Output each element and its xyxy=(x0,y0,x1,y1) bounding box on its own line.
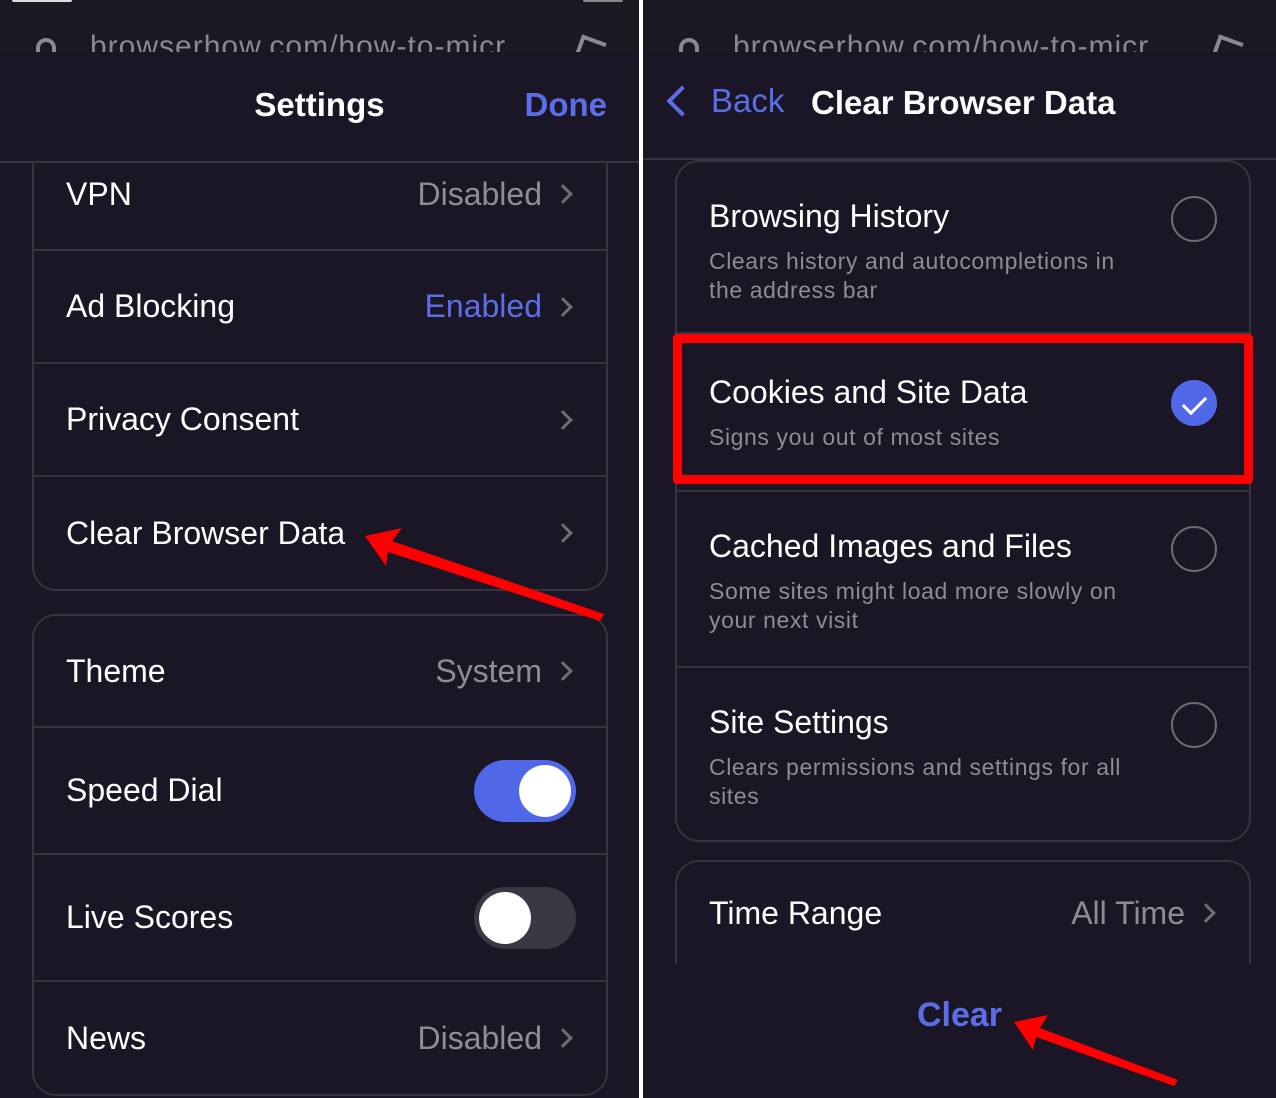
settings-group-privacy: VPN Disabled Ad Blocking Enabled Privacy… xyxy=(32,163,608,591)
chevron-right-icon xyxy=(553,296,573,317)
settings-row-vpn[interactable]: VPN Disabled xyxy=(34,163,606,251)
chevron-right-icon xyxy=(553,1028,573,1048)
option-description: Clears permissions and settings for all … xyxy=(709,754,1122,809)
page-title: Clear Browser Data xyxy=(811,84,1116,121)
row-label: VPN xyxy=(66,175,132,212)
url-text: browserhow.com/how-to-micr xyxy=(90,30,507,52)
chevron-right-icon xyxy=(553,523,573,543)
live-scores-toggle[interactable] xyxy=(474,886,576,949)
settings-row-speed-dial: Speed Dial xyxy=(34,728,606,855)
row-value: Enabled xyxy=(424,288,542,324)
option-title: Cached Images and Files xyxy=(709,528,1072,564)
option-cached-images-files[interactable]: Cached Images and Files Some sites might… xyxy=(677,492,1249,668)
settings-row-live-scores: Live Scores xyxy=(34,855,606,982)
clear-browser-data-screen: browserhow.com/how-to-micr Back Clear Br… xyxy=(643,0,1276,1098)
status-bar-left xyxy=(12,0,72,2)
share-icon[interactable] xyxy=(573,34,607,52)
row-label: Speed Dial xyxy=(66,772,223,808)
row-label: Theme xyxy=(66,652,166,689)
row-label: News xyxy=(66,1019,147,1056)
chevron-right-icon xyxy=(553,661,573,681)
time-range-row[interactable]: Time Range All Time xyxy=(675,860,1251,964)
share-icon[interactable] xyxy=(1210,34,1244,52)
row-value: Disabled xyxy=(417,175,542,212)
toggle-knob xyxy=(519,764,571,817)
row-value: All Time xyxy=(1071,894,1185,931)
settings-nav-bar: Settings Done xyxy=(0,52,639,163)
option-description: Some sites might load more slowly on you… xyxy=(709,578,1117,633)
chevron-right-icon xyxy=(553,184,573,204)
checkbox-unchecked-icon[interactable] xyxy=(1171,526,1217,572)
toggle-knob xyxy=(479,891,531,944)
annotation-highlight-cookies xyxy=(673,334,1253,484)
back-label: Back xyxy=(711,82,785,119)
address-bar[interactable]: browserhow.com/how-to-micr xyxy=(0,0,639,52)
speed-dial-toggle[interactable] xyxy=(474,759,576,822)
done-button[interactable]: Done xyxy=(525,86,608,124)
option-site-settings[interactable]: Site Settings Clears permissions and set… xyxy=(677,668,1249,840)
clear-button[interactable]: Clear xyxy=(643,996,1276,1035)
row-label: Clear Browser Data xyxy=(66,514,346,551)
chevron-right-icon xyxy=(553,409,573,430)
clear-options-group: Browsing History Clears history and auto… xyxy=(675,160,1251,842)
option-description: Clears history and autocompletions in th… xyxy=(709,248,1115,303)
lock-icon xyxy=(36,38,56,52)
option-title: Site Settings xyxy=(709,704,889,740)
settings-group-appearance: Theme System Speed Dial Live Scores News… xyxy=(32,614,608,1096)
settings-row-privacy-consent[interactable]: Privacy Consent xyxy=(34,364,606,477)
settings-row-clear-browser-data[interactable]: Clear Browser Data xyxy=(34,477,606,589)
checkbox-unchecked-icon[interactable] xyxy=(1171,702,1217,748)
status-bar-battery-icon xyxy=(583,0,623,2)
row-label: Ad Blocking xyxy=(66,288,235,324)
row-label: Privacy Consent xyxy=(66,401,299,437)
settings-screen: browserhow.com/how-to-micr Settings Done… xyxy=(0,0,639,1098)
settings-row-ad-blocking[interactable]: Ad Blocking Enabled xyxy=(34,251,606,364)
back-button[interactable]: Back xyxy=(661,82,784,120)
url-text: browserhow.com/how-to-micr xyxy=(733,30,1150,52)
option-browsing-history[interactable]: Browsing History Clears history and auto… xyxy=(677,162,1249,334)
address-bar[interactable]: browserhow.com/how-to-micr xyxy=(643,0,1276,52)
clear-data-nav-bar: Back Clear Browser Data xyxy=(643,52,1276,160)
row-value: Disabled xyxy=(417,1019,542,1056)
checkbox-unchecked-icon[interactable] xyxy=(1171,196,1217,242)
option-title: Browsing History xyxy=(709,198,950,234)
row-label: Time Range xyxy=(709,894,883,931)
chevron-right-icon xyxy=(1196,903,1216,923)
chevron-left-icon xyxy=(666,85,698,117)
clear-label: Clear xyxy=(916,996,1003,1034)
settings-row-news[interactable]: News Disabled xyxy=(34,982,606,1094)
row-label: Live Scores xyxy=(66,899,234,935)
row-value: System xyxy=(435,652,542,689)
settings-row-theme[interactable]: Theme System xyxy=(34,616,606,728)
lock-icon xyxy=(679,38,699,52)
